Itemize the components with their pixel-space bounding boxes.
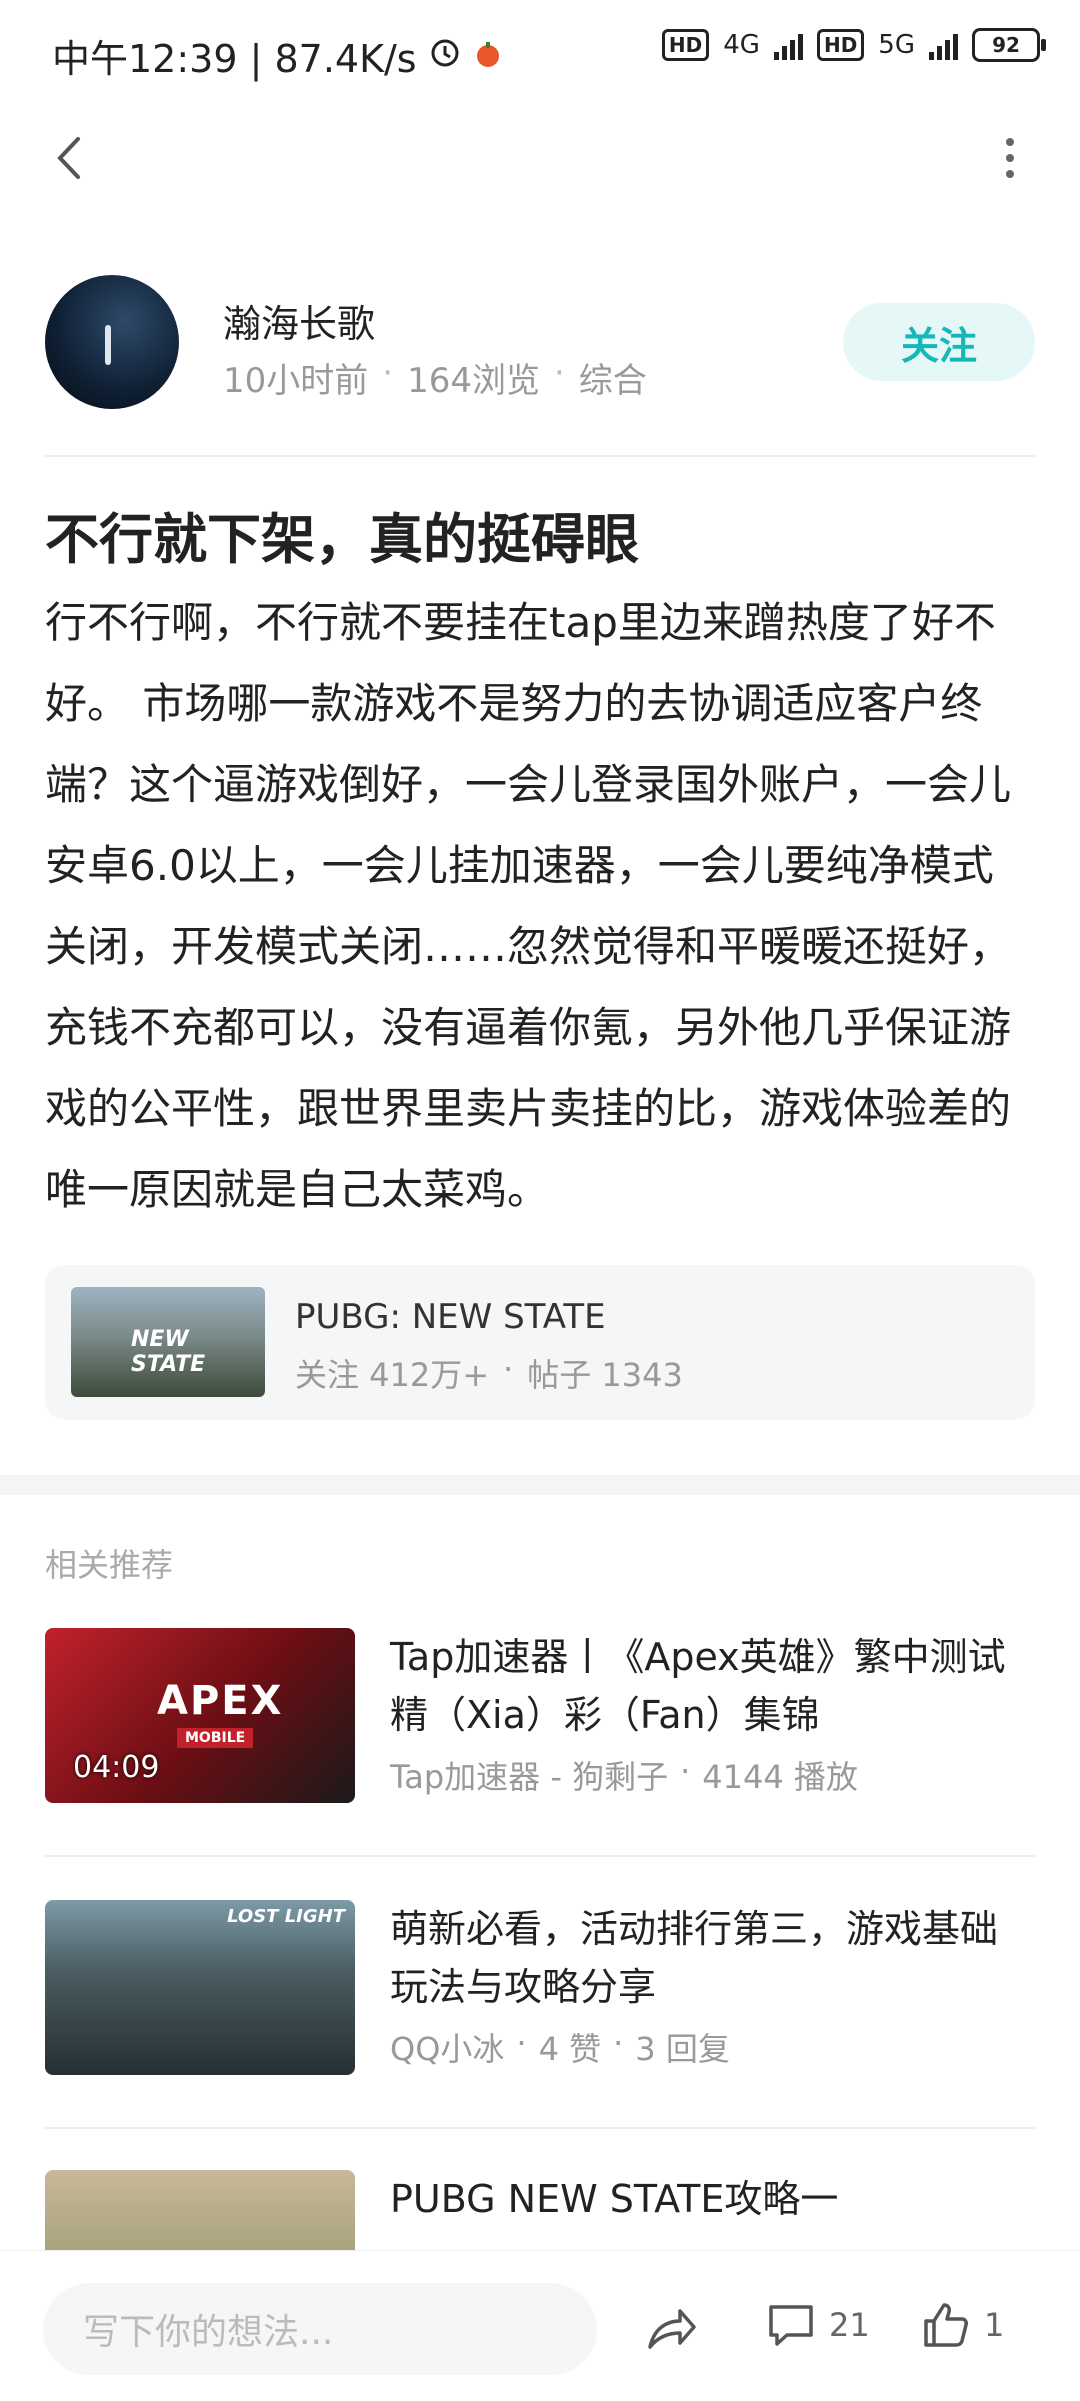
comment-count: 21 <box>829 2306 870 2344</box>
status-left: 中午12:39 | 87.4K/s <box>52 28 503 83</box>
post-time: 10小时前 <box>223 361 369 401</box>
author-row: 瀚海长歌 10小时前 · 164浏览 · 综合 关注 <box>45 275 1035 415</box>
more-dot-icon <box>1006 138 1014 146</box>
game-thumbnail: NEW STATE <box>71 1287 265 1397</box>
like-count: 1 <box>984 2306 1005 2344</box>
follow-button[interactable]: 关注 <box>843 303 1035 381</box>
item-meta: QQ小冰 · 4 赞 · 3 回复 <box>390 2024 1035 2070</box>
post-body: 行不行啊，不行就不要挂在tap里边来蹭热度了好不好。 市场哪一款游戏不是努力的去… <box>45 598 1012 1214</box>
thumb-logo: APEX <box>157 1678 284 1724</box>
more-dot-icon <box>1006 170 1014 178</box>
list-item[interactable]: LOST LIGHT 萌新必看，活动排行第三，游戏基础玩法与攻略分享 QQ小冰 … <box>45 1900 1035 2075</box>
share-icon <box>648 2309 696 2349</box>
net-5g-label: 5G <box>878 30 915 60</box>
section-divider <box>0 1475 1080 1495</box>
divider <box>45 2127 1035 2129</box>
game-card[interactable]: NEW STATE PUBG: NEW STATE 关注 412万+ · 帖子 … <box>45 1265 1035 1420</box>
battery-icon: 92 <box>972 28 1046 62</box>
alarm-icon <box>427 33 463 78</box>
divider <box>45 455 1035 457</box>
game-posts: 帖子 1343 <box>527 1356 683 1394</box>
meta-separator: · <box>613 2024 624 2062</box>
game-stats: 关注 412万+ · 帖子 1343 <box>295 1350 683 1396</box>
more-button[interactable] <box>980 128 1040 188</box>
author-name[interactable]: 瀚海长歌 <box>223 293 375 348</box>
thumb-sub: MOBILE <box>177 1728 254 1748</box>
list-item[interactable]: PUBG NEW STATE攻略一 <box>45 2170 1035 2250</box>
back-button[interactable] <box>40 128 100 188</box>
net-4g-label: 4G <box>723 30 760 60</box>
hd-icon-2: HD <box>816 29 865 61</box>
bottom-bar: 写下你的想法... 21 1 <box>0 2250 1080 2401</box>
post-thumbnail: LOST LIGHT <box>45 1900 355 2075</box>
post-category: 综合 <box>578 361 647 401</box>
item-author: QQ小冰 <box>390 2030 505 2068</box>
divider <box>45 1855 1035 1857</box>
meta-separator: · <box>680 1752 691 1790</box>
signal-icon-2 <box>929 30 958 60</box>
item-headline: PUBG NEW STATE攻略一 <box>390 2177 839 2221</box>
meta-separator: · <box>553 353 565 393</box>
pumpkin-icon <box>473 34 503 78</box>
hd-icon: HD <box>661 29 710 61</box>
signal-icon <box>773 30 803 60</box>
status-bar: 中午12:39 | 87.4K/s HD 4G HD 5G 92 <box>0 0 1080 100</box>
post-thumbnail <box>45 2170 355 2250</box>
post-views: 164浏览 <box>407 361 540 401</box>
status-right: HD 4G HD 5G 92 <box>661 28 1046 62</box>
like-button[interactable]: 1 <box>920 2299 1004 2351</box>
item-headline: 萌新必看，活动排行第三，游戏基础玩法与攻略分享 <box>390 1907 999 2009</box>
avatar[interactable] <box>45 275 179 409</box>
share-button[interactable] <box>640 2299 700 2359</box>
item-likes: 4 赞 <box>538 2030 602 2068</box>
list-item[interactable]: APEX MOBILE 04:09 Tap加速器丨《Apex英雄》繁中测试精（X… <box>45 1628 1035 1803</box>
game-followers: 关注 412万+ <box>295 1356 490 1394</box>
thumb-logo: LOST LIGHT <box>227 1906 345 1927</box>
status-time: 中午12:39 | 87.4K/s <box>52 37 417 81</box>
item-plays: 4144 播放 <box>702 1758 858 1796</box>
video-thumbnail: APEX MOBILE 04:09 <box>45 1628 355 1803</box>
video-duration: 04:09 <box>73 1750 160 1785</box>
item-meta: Tap加速器 - 狗剩子 · 4144 播放 <box>390 1752 1035 1798</box>
meta-separator: · <box>503 1350 514 1388</box>
game-thumb-text: NEW STATE <box>131 1327 206 1377</box>
item-headline: Tap加速器丨《Apex英雄》繁中测试精（Xia）彩（Fan）集锦 <box>390 1635 1006 1737</box>
thumbs-up-icon <box>924 2303 968 2347</box>
chevron-left-icon <box>57 137 80 179</box>
game-name: PUBG: NEW STATE <box>295 1297 606 1337</box>
post-meta: 10小时前 · 164浏览 · 综合 <box>223 353 647 402</box>
item-author: Tap加速器 - 狗剩子 <box>390 1758 669 1796</box>
recommend-title: 相关推荐 <box>45 1546 174 1584</box>
comment-icon <box>769 2305 813 2346</box>
post-title: 不行就下架，真的挺碍眼 <box>45 508 639 571</box>
top-nav <box>0 120 1080 200</box>
more-dot-icon <box>1006 154 1014 162</box>
meta-separator: · <box>516 2024 527 2062</box>
item-replies: 3 回复 <box>635 2030 730 2068</box>
meta-separator: · <box>382 353 394 393</box>
comment-input[interactable]: 写下你的想法... <box>43 2283 597 2375</box>
comment-button[interactable]: 21 <box>765 2299 870 2351</box>
